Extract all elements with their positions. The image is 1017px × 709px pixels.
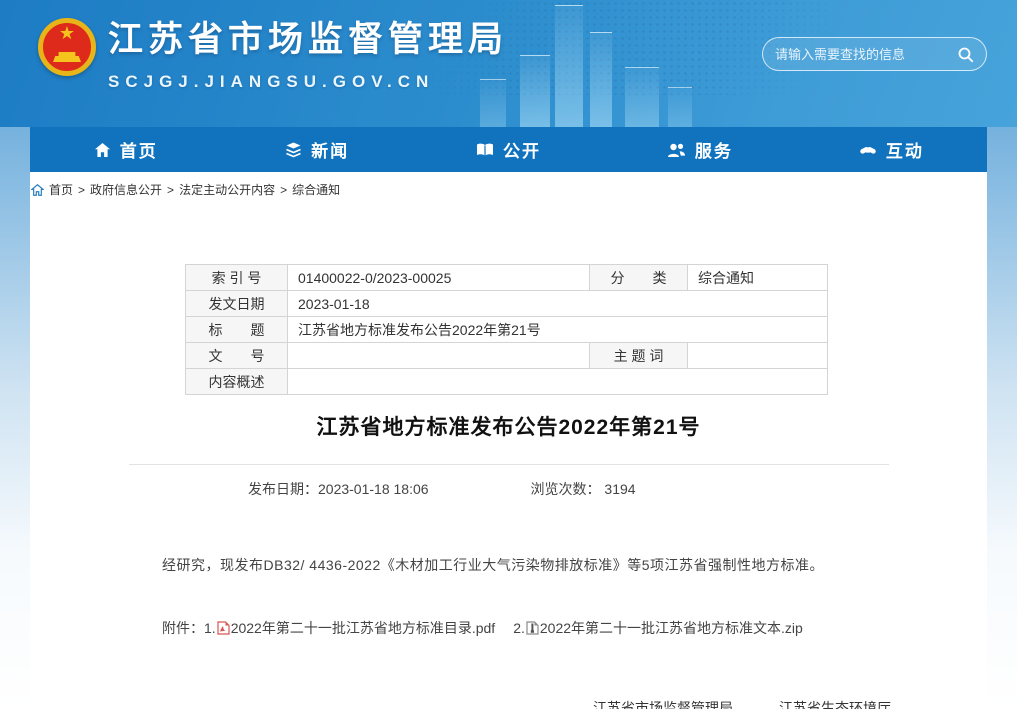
news-icon <box>285 142 302 158</box>
building-decoration <box>625 67 659 127</box>
site-logo[interactable]: ★ 江苏省市场监督管理局 SCJGJ.JIANGSU.GOV.CN <box>38 14 508 92</box>
service-icon <box>667 142 686 158</box>
site-title: 江苏省市场监督管理局 <box>108 14 508 66</box>
subject-word-label: 主 题 词 <box>590 343 688 369</box>
nav-item-interaction[interactable]: 互动 <box>796 127 987 172</box>
table-row: 发文日期 2023-01-18 <box>186 291 828 317</box>
nav-label: 互动 <box>886 137 924 162</box>
breadcrumb: 首页 > 政府信息公开 > 法定主动公开内容 > 综合通知 <box>30 181 987 198</box>
nav-item-service[interactable]: 服务 <box>604 127 795 172</box>
attachment-filename: 2022年第二十一批江苏省地方标准目录.pdf <box>231 618 496 638</box>
article-body: 经研究，现发布DB32/ 4436-2022《木材加工行业大气污染物排放标准》等… <box>162 553 892 577</box>
index-number-value: 01400022-0/2023-00025 <box>288 265 590 291</box>
nav-item-disclosure[interactable]: 公开 <box>413 127 604 172</box>
nav-label: 服务 <box>695 137 733 162</box>
disclosure-icon <box>476 142 494 158</box>
index-number-label: 索 引 号 <box>186 265 288 291</box>
site-url: SCJGJ.JIANGSU.GOV.CN <box>108 72 508 92</box>
signer-market-regulation: 江苏省市场监督管理局 <box>593 700 733 709</box>
main-navigation: 首页 新闻 公开 服务 <box>30 127 987 172</box>
category-label: 分 类 <box>590 265 688 291</box>
nav-label: 公开 <box>503 137 541 162</box>
issue-date-value: 2023-01-18 <box>288 291 828 317</box>
doc-number-value <box>288 343 590 369</box>
search-input[interactable] <box>775 47 957 62</box>
subject-word-value <box>688 343 828 369</box>
title-label: 标 题 <box>186 317 288 343</box>
attachment-number: 2. <box>513 620 525 636</box>
breadcrumb-separator: > <box>167 183 174 197</box>
building-decoration <box>590 32 612 127</box>
breadcrumb-separator: > <box>78 183 85 197</box>
publish-date: 发布日期：2023-01-18 18:06 <box>248 479 429 499</box>
table-row: 标 题 江苏省地方标准发布公告2022年第21号 <box>186 317 828 343</box>
table-row: 内容概述 <box>186 369 828 395</box>
breadcrumb-link-home[interactable]: 首页 <box>49 181 73 198</box>
building-decoration <box>555 5 583 127</box>
view-count: 浏览次数： 3194 <box>531 479 636 499</box>
search-button[interactable] <box>957 46 974 63</box>
search-box[interactable] <box>762 37 987 71</box>
breadcrumb-link-gov-info[interactable]: 政府信息公开 <box>90 181 162 198</box>
site-identity: 江苏省市场监督管理局 SCJGJ.JIANGSU.GOV.CN <box>108 14 508 92</box>
national-emblem-icon: ★ <box>38 18 96 76</box>
pdf-file-icon <box>217 621 230 635</box>
title-value: 江苏省地方标准发布公告2022年第21号 <box>288 317 828 343</box>
category-value: 综合通知 <box>688 265 828 291</box>
table-row: 索 引 号 01400022-0/2023-00025 分 类 综合通知 <box>186 265 828 291</box>
document-info-table: 索 引 号 01400022-0/2023-00025 分 类 综合通知 发文日… <box>185 264 828 395</box>
article-title: 江苏省地方标准发布公告2022年第21号 <box>30 411 987 441</box>
page-wrapper: 首页 新闻 公开 服务 <box>30 127 987 709</box>
breadcrumb-link-statutory[interactable]: 法定主动公开内容 <box>179 181 275 198</box>
nav-item-news[interactable]: 新闻 <box>221 127 412 172</box>
page-content: 首页 > 政府信息公开 > 法定主动公开内容 > 综合通知 索 引 号 01400022-0… <box>30 172 987 709</box>
nav-label: 首页 <box>120 137 158 162</box>
signer-ecology-environment: 江苏省生态环境厅 <box>779 700 891 709</box>
building-decoration <box>520 55 550 127</box>
attachment-filename: 2022年第二十一批江苏省地方标准文本.zip <box>540 618 803 638</box>
article-meta: 发布日期：2023-01-18 18:06 浏览次数： 3194 <box>248 479 987 499</box>
nav-label: 新闻 <box>311 137 349 162</box>
interaction-handshake-icon <box>859 142 877 158</box>
breadcrumb-home-icon <box>31 184 44 196</box>
summary-label: 内容概述 <box>186 369 288 395</box>
breadcrumb-link-notice[interactable]: 综合通知 <box>292 181 340 198</box>
issue-date-label: 发文日期 <box>186 291 288 317</box>
attachment-prefix: 附件：1. <box>162 618 216 638</box>
table-row: 文 号 主 题 词 <box>186 343 828 369</box>
zip-file-icon <box>526 621 539 635</box>
doc-number-label: 文 号 <box>186 343 288 369</box>
search-icon <box>957 46 974 63</box>
home-icon <box>94 142 111 158</box>
signature-block: 江苏省市场监督管理局江苏省生态环境厅 2022年12月28日 <box>30 698 987 709</box>
divider <box>129 464 889 465</box>
signature-line: 江苏省市场监督管理局 江苏省生态环境厅 <box>30 698 891 709</box>
site-header: ★ 江苏省市场监督管理局 SCJGJ.JIANGSU.GOV.CN <box>0 0 1017 127</box>
attachment-link-pdf[interactable]: 2022年第二十一批江苏省地方标准目录.pdf <box>216 618 496 638</box>
building-decoration <box>668 87 692 127</box>
nav-item-home[interactable]: 首页 <box>30 127 221 172</box>
summary-value <box>288 369 828 395</box>
attachment-link-zip[interactable]: 2022年第二十一批江苏省地方标准文本.zip <box>525 618 803 638</box>
attachments-line: 附件：1. 2022年第二十一批江苏省地方标准目录.pdf 2. 2022 <box>162 618 927 638</box>
breadcrumb-separator: > <box>280 183 287 197</box>
